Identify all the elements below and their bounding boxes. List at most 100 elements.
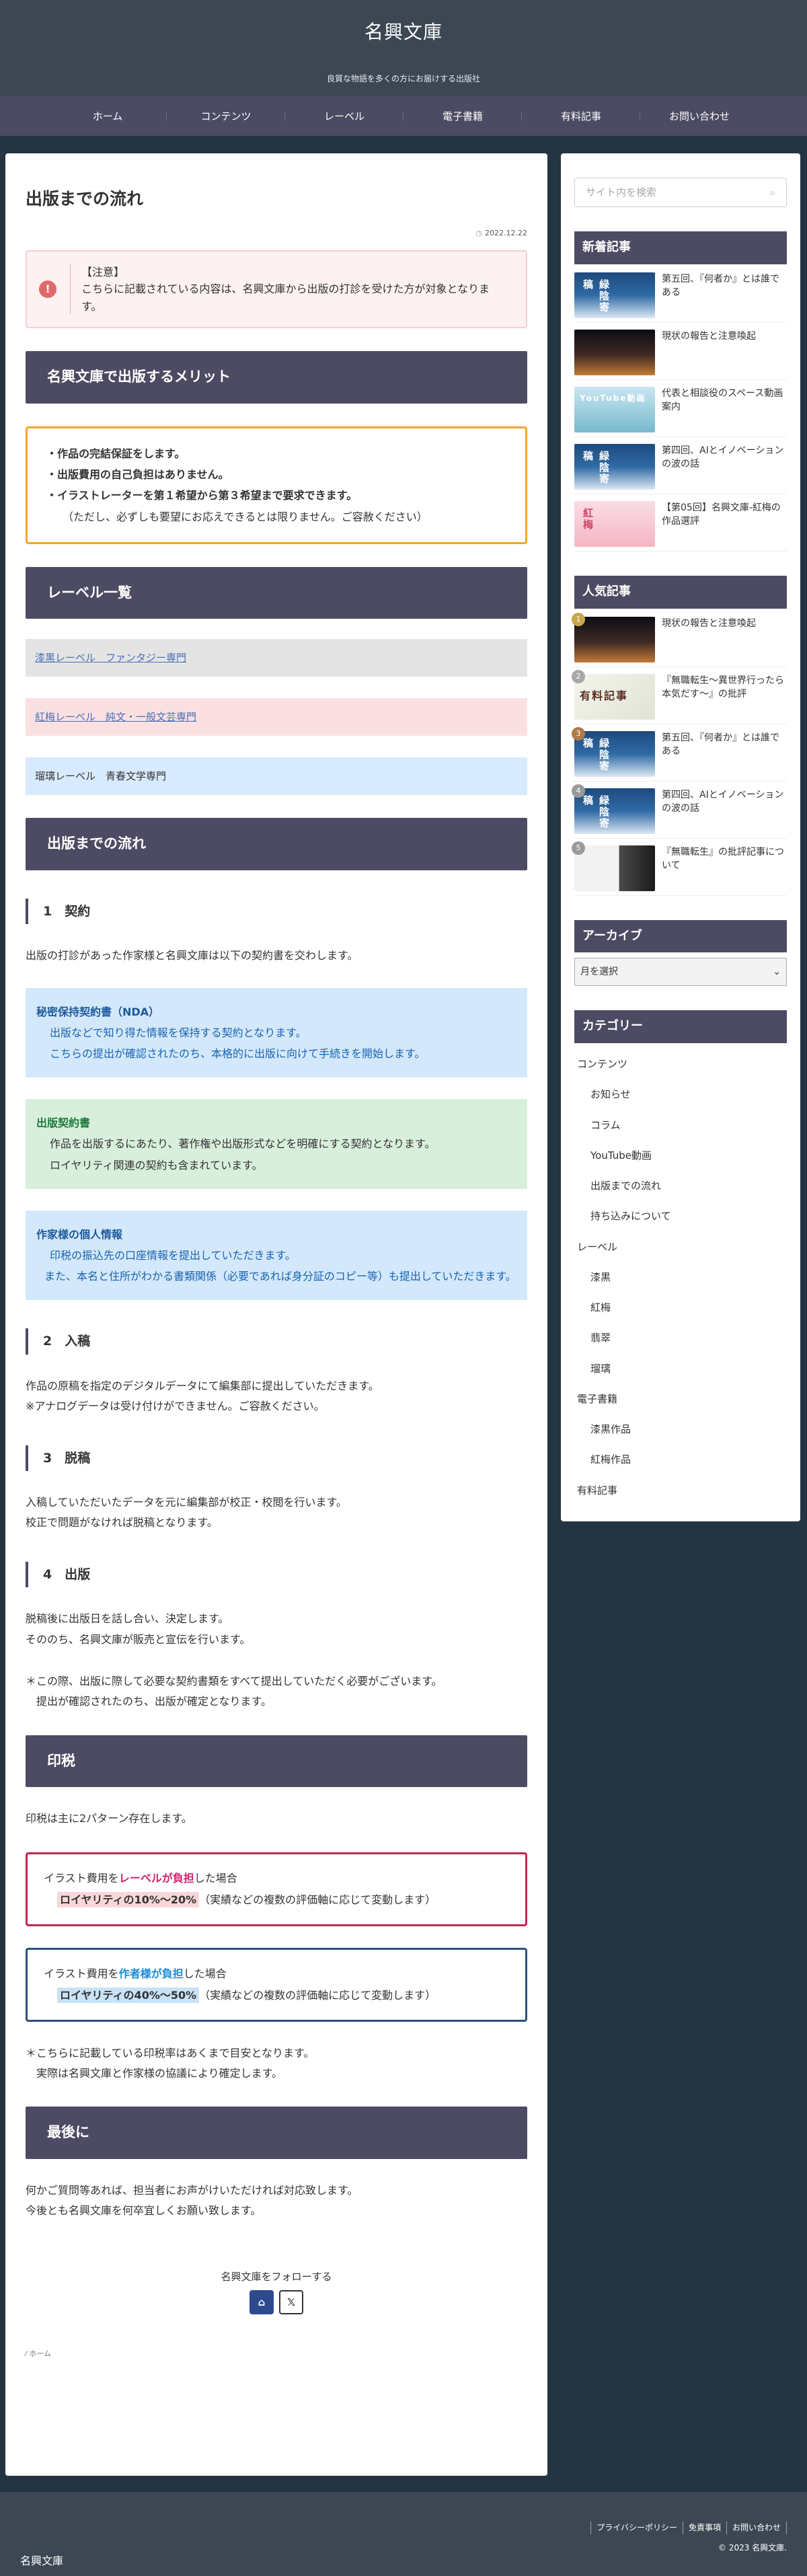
category-item[interactable]: レーベル [574,1232,787,1262]
post-item[interactable]: 1 現状の報告と注意喚起 [572,612,787,667]
footer-link-disclaimer[interactable]: 免責事項 [682,2522,726,2535]
step-contract-intro: 出版の打診があった作家様と名興文庫は以下の契約書を交わします。 [26,949,358,962]
post-item[interactable]: 緑陰寄稿 第四回、AIとイノベーションの波の話 [574,441,787,494]
archive-select[interactable]: 月を選択 ⌄ [574,958,787,987]
site-header: 名興文庫 良質な物語を多くの方にお届けする出版社 [0,0,807,96]
footer-link-privacy[interactable]: プライバシーポリシー [590,2522,683,2535]
category-subitem[interactable]: YouTube動画 [574,1140,787,1170]
closing-line: 今後とも名興文庫を何卒宜しくお願い致します。 [26,2204,262,2218]
footer-link-contact[interactable]: お問い合わせ [726,2522,787,2535]
post-title[interactable]: 現状の報告と注意喚起 [662,330,756,343]
post-item[interactable]: 紅梅 【第05回】名興文庫-紅梅の作品選評 [574,498,787,552]
label-koubai-link[interactable]: 紅梅レーベル 純文・一般文芸専門 [35,711,196,723]
exclamation-icon: ! [39,280,56,298]
labels-heading: レーベル一覧 [26,566,527,619]
thumbnail-label: 緑陰寄稿 [582,794,610,829]
x-icon[interactable]: 𝕏 [279,2289,303,2314]
label-shikkoku-link[interactable]: 漆黒レーベル ファンタジー専門 [35,652,186,664]
step-proofread-text: 入稿していただいたデータを元に編集部が校正・校閲を行います。 校正で問題がなけれ… [26,1492,527,1533]
global-nav: ホーム コンテンツ レーベル 電子書籍 有料記事 お問い合わせ [0,96,807,136]
post-thumbnail[interactable]: 緑陰寄稿 [574,443,655,490]
category-subitem[interactable]: 漆黒作品 [574,1414,787,1444]
post-thumbnail[interactable]: 緑陰寄稿 [574,272,655,318]
footer-site-name[interactable]: 名興文庫 [20,2552,63,2570]
step-submission-line: ※アナログデータは受け付けができません。ご容赦ください。 [26,1400,325,1413]
post-title[interactable]: 第四回、AIとイノベーションの波の話 [662,788,787,816]
post-item[interactable]: 3 緑陰寄稿 第五回、『何者か』とは誰である [572,726,787,782]
post-thumbnail[interactable]: 緑陰寄稿 [574,788,655,834]
copyright: © 2023 名興文庫. [718,2543,787,2552]
royalty-label-pays-title: イラスト費用をレーベルが負担した場合 [44,1868,509,1889]
post-thumbnail[interactable] [574,845,655,891]
site-title[interactable]: 名興文庫 [0,17,807,48]
post-title[interactable]: 第五回、『何者か』とは誰である [662,272,787,300]
post-item[interactable]: 現状の報告と注意喚起 [574,327,787,380]
post-title[interactable]: 現状の報告と注意喚起 [662,617,756,630]
nav-label[interactable]: レーベル [285,108,404,124]
post-title[interactable]: 『無職転生』の批評記事について [662,845,787,873]
alert-body: こちらに記載されている内容は、名興文庫から出版の打診を受けた方が対象となります。 [81,282,490,313]
post-item[interactable]: YouTube動画 代表と相談役のスペース動画案内 [574,384,787,437]
thumbnail-label: 紅梅 [582,507,594,531]
nav-contents[interactable]: コンテンツ [167,108,285,124]
post-item[interactable]: 4 緑陰寄稿 第四回、AIとイノベーションの波の話 [572,784,787,839]
category-subitem[interactable]: 漆黒 [574,1262,787,1292]
category-subitem[interactable]: 翡翠 [574,1322,787,1353]
post-item[interactable]: 5 『無職転生』の批評記事について [572,841,787,896]
category-item[interactable]: コンテンツ [574,1049,787,1079]
category-item[interactable]: 電子書籍 [574,1384,787,1414]
home-icon[interactable]: ⌂ [249,2289,274,2314]
category-subitem[interactable]: お知らせ [574,1079,787,1109]
nda-body: 出版などで知り得た情報を保持する契約となります。 [50,1026,307,1039]
post-thumbnail[interactable]: YouTube動画 [574,386,655,432]
royalty-rate: ロイヤリティの10%～20% [57,1891,200,1907]
nda-body: こちらの提出が確認されたのち、本格的に出版に向けて手続きを開始します。 [50,1047,426,1061]
royalty-footnote-line: 実際は名興文庫と作家様の協議により確定します。 [26,2067,283,2080]
post-title[interactable]: 『無職転生～異世界行ったら本気だす～』の批評 [662,674,787,702]
merit-line: ・出版費用の自己負担はありません。 [46,468,229,482]
royalty-suffix: した場合 [183,1967,227,1980]
search-input[interactable]: サイト内を検索 ⌕ [574,178,787,207]
nav-home[interactable]: ホーム [48,108,167,124]
search-icon[interactable]: ⌕ [770,184,775,200]
post-thumbnail[interactable]: 紅梅 [574,500,655,547]
nav-paid-articles[interactable]: 有料記事 [522,108,640,124]
post-item[interactable]: 2 有料記事 『無職転生～異世界行ったら本気だす～』の批評 [572,669,787,724]
nav-contact[interactable]: お問い合わせ [640,108,759,124]
category-subitem[interactable]: 出版までの流れ [574,1170,787,1201]
sidebar: サイト内を検索 ⌕ 新着記事 緑陰寄稿 第五回、『何者か』とは誰である 現状の報告と… [561,153,800,1521]
thumbnail-label: YouTube動画 [580,393,646,403]
post-thumbnail[interactable] [574,329,655,375]
post-title[interactable]: 【第05回】名興文庫-紅梅の作品選評 [662,501,787,529]
follow-section: 名興文庫をフォローする ⌂ 𝕏 [26,2269,527,2314]
royalty-rate: ロイヤリティの40%～50% [57,1987,200,2003]
post-thumbnail[interactable]: 緑陰寄稿 [574,730,655,777]
post-title[interactable]: 代表と相談役のスペース動画案内 [662,387,787,414]
category-subitem[interactable]: 紅梅 [574,1292,787,1322]
rank-badge: 4 [572,784,585,798]
royalty-author-pays-rate: ロイヤリティの40%～50% （実績などの複数の評価軸に応じて変動します） [44,1985,509,2006]
merit-line: ・作品の完結保証をします。 [46,447,186,460]
category-subitem[interactable]: 紅梅作品 [574,1444,787,1474]
flow-heading: 出版までの流れ [26,818,527,870]
post-item[interactable]: 緑陰寄稿 第五回、『何者か』とは誰である [574,270,787,323]
step-publish-line: そののち、名興文庫が販売と宣伝を行います。 [26,1632,251,1646]
clock-icon: ◷ [475,229,483,237]
nav-ebooks[interactable]: 電子書籍 [404,108,522,124]
site-footer: プライバシーポリシー 免責事項 お問い合わせ © 2023 名興文庫. 名興文庫 [0,2492,807,2576]
step-publish-line: 脱稿後に出版日を話し合い、決定します。 [26,1612,229,1626]
category-subitem[interactable]: 瑠璃 [574,1353,787,1384]
category-item[interactable]: 有料記事 [574,1475,787,1505]
royalty-footnote-line: ＊こちらに記載している印税率はあくまで目安となります。 [26,2046,315,2059]
category-subitem[interactable]: コラム [574,1110,787,1140]
post-thumbnail[interactable]: 有料記事 [574,673,655,720]
post-title[interactable]: 第四回、AIとイノベーションの波の話 [662,444,787,471]
post-title[interactable]: 第五回、『何者か』とは誰である [662,731,787,759]
step-publish-note: ＊この際、出版に際して必要な契約書類をすべて提出していただく必要がございます。 … [26,1671,527,1712]
step-publish-note-line: ＊この際、出版に際して必要な契約書類をすべて提出していただく必要がございます。 [26,1674,443,1688]
breadcrumb-home[interactable]: ホーム [29,2349,51,2358]
post-thumbnail[interactable] [574,616,655,662]
category-subitem[interactable]: 持ち込みについて [574,1201,787,1231]
follow-label: 名興文庫をフォローする [221,2270,332,2283]
step-submission-text: 作品の原稿を指定のデジタルデータにて編集部に提出していただきます。 ※アナログデ… [26,1376,527,1417]
